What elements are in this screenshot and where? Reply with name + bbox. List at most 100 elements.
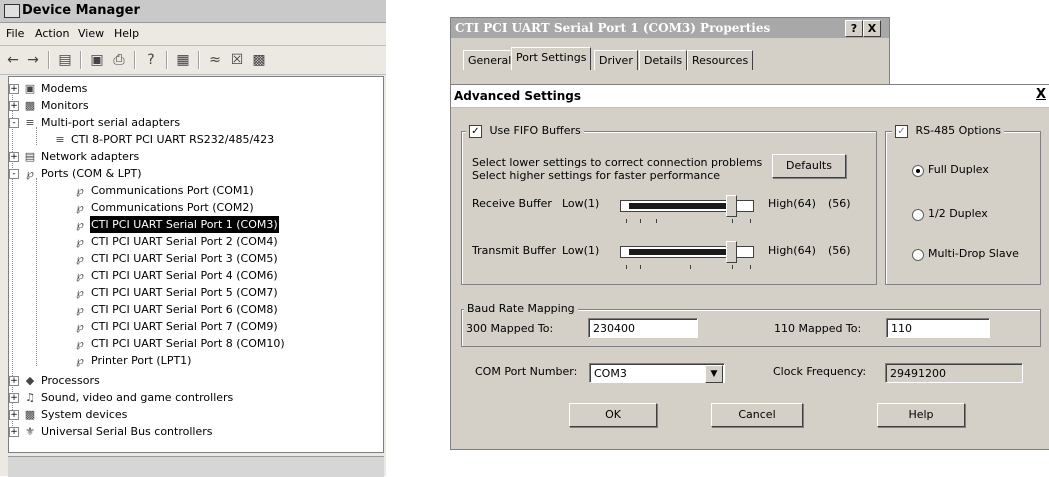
rs485-group: ✓ RS-485 Options Full Duplex 1/2 Duplex … <box>885 124 1041 285</box>
full-duplex-radio[interactable] <box>912 165 924 177</box>
multi-drop-slave-label: Multi-Drop Slave <box>928 247 1019 260</box>
receive-high-label: High(64) <box>768 197 816 210</box>
transmit-buffer-fill <box>629 249 731 255</box>
port-icon: ℘ <box>76 252 84 265</box>
expand-icon[interactable]: + <box>9 152 19 162</box>
half-duplex-radio[interactable] <box>912 209 924 221</box>
tab-port-settings[interactable]: Port Settings <box>511 47 592 70</box>
properties-title-bar[interactable]: CTI PCI UART Serial Port 1 (COM3) Proper… <box>451 18 889 38</box>
help-dialog-button[interactable]: Help <box>877 403 965 427</box>
uninstall-icon[interactable]: ☒ <box>228 51 246 69</box>
device-tree[interactable]: + ▣ Modems + ▩ Monitors - ≡ Multi-port s… <box>8 76 384 453</box>
port-icon: ℘ <box>76 201 84 214</box>
forward-icon[interactable]: → <box>24 51 42 69</box>
close-button[interactable]: X <box>1036 87 1046 102</box>
update-driver-icon[interactable]: ≈ <box>206 51 224 69</box>
serial-adapter-icon: ≡ <box>55 133 65 146</box>
advanced-title-bar[interactable]: Advanced Settings X <box>451 85 1049 108</box>
defaults-button[interactable]: Defaults <box>772 154 846 178</box>
device-manager-icon <box>4 4 20 18</box>
rs485-label: RS-485 Options <box>915 124 1002 137</box>
rs485-checkbox[interactable]: ✓ <box>895 124 908 138</box>
multi-drop-slave-radio[interactable] <box>912 249 924 261</box>
clock-frequency-field: 29491200 <box>885 363 1023 383</box>
baud-rate-group: Baud Rate Mapping 300 Mapped To: 230400 … <box>461 302 1041 347</box>
clock-frequency-label: Clock Frequency: <box>773 365 867 378</box>
collapse-icon[interactable]: - <box>9 118 19 128</box>
expand-icon[interactable]: + <box>9 427 19 437</box>
menu-file[interactable]: File <box>6 27 24 40</box>
port-icon: ℘ <box>76 286 84 299</box>
port-icon: ℘ <box>76 354 84 367</box>
print-icon[interactable]: ⎙ <box>110 51 128 69</box>
map110-label: 110 Mapped To: <box>774 322 862 335</box>
scan-hardware-icon[interactable]: ▦ <box>174 51 192 69</box>
port-icon: ℘ <box>76 303 84 316</box>
transmit-value: (56) <box>828 244 851 257</box>
port-icon: ℘ <box>76 235 84 248</box>
cancel-button[interactable]: Cancel <box>711 403 803 427</box>
properties-icon[interactable]: ▣ <box>88 51 106 69</box>
serial-adapter-icon: ≡ <box>25 116 35 129</box>
com-port-label: COM Port Number: <box>475 365 578 378</box>
half-duplex-label: 1/2 Duplex <box>928 207 988 220</box>
transmit-low-label: Low(1) <box>562 244 600 257</box>
receive-low-label: Low(1) <box>562 197 600 210</box>
tab-driver[interactable]: Driver <box>594 50 638 70</box>
port-icon: ℘ <box>76 218 84 231</box>
network-adapter-icon: ▤ <box>24 150 36 163</box>
map110-input[interactable]: 110 <box>886 318 990 338</box>
help-icon[interactable]: ? <box>142 51 160 69</box>
chevron-down-icon[interactable]: ▼ <box>705 365 723 383</box>
port-icon: ℘ <box>76 269 84 282</box>
map300-label: 300 Mapped To: <box>466 322 554 335</box>
expand-icon[interactable]: + <box>9 101 19 111</box>
baud-rate-label: Baud Rate Mapping <box>464 302 578 315</box>
tab-general[interactable]: General <box>463 50 517 70</box>
menu-view[interactable]: View <box>78 27 104 40</box>
usb-icon: ⚜ <box>25 425 35 438</box>
tab-details[interactable]: Details <box>639 50 688 70</box>
com-port-value: COM3 <box>594 367 627 380</box>
fifo-checkbox[interactable]: ✓ <box>469 124 482 138</box>
toolbar: ← → ▤ ▣ ⎙ ? ▦ ≈ ☒ ▩ <box>0 46 386 75</box>
device-manager-title-bar[interactable]: Device Manager <box>0 0 386 23</box>
receive-buffer-thumb[interactable] <box>726 195 737 217</box>
show-hide-tree-icon[interactable]: ▤ <box>56 51 74 69</box>
port-icon: ℘ <box>76 320 84 333</box>
help-button[interactable]: ? <box>845 20 863 37</box>
transmit-buffer-label: Transmit Buffer <box>472 244 557 257</box>
receive-value: (56) <box>828 197 851 210</box>
transmit-high-label: High(64) <box>768 244 816 257</box>
window-title: Device Manager <box>22 3 140 18</box>
back-icon[interactable]: ← <box>4 51 22 69</box>
fifo-hint-lower: Select lower settings to correct connect… <box>472 156 763 169</box>
ok-button[interactable]: OK <box>569 403 657 427</box>
menu-action[interactable]: Action <box>35 27 69 40</box>
port-icon: ℘ <box>26 167 34 180</box>
receive-buffer-fill <box>629 203 731 209</box>
transmit-buffer-thumb[interactable] <box>726 241 737 263</box>
com-port-select[interactable]: COM3 ▼ <box>589 363 725 383</box>
expand-icon[interactable]: + <box>9 393 19 403</box>
map300-input[interactable]: 230400 <box>588 318 698 338</box>
disable-icon[interactable]: ▩ <box>250 51 268 69</box>
monitor-icon: ▩ <box>24 99 36 112</box>
system-device-icon: ▩ <box>24 408 36 421</box>
fifo-label: Use FIFO Buffers <box>489 124 581 137</box>
properties-title: CTI PCI UART Serial Port 1 (COM3) Proper… <box>455 21 771 35</box>
processor-icon: ◆ <box>25 374 35 387</box>
tab-resources[interactable]: Resources <box>687 50 754 70</box>
collapse-icon[interactable]: - <box>9 169 19 179</box>
expand-icon[interactable]: + <box>9 376 19 386</box>
port-icon: ℘ <box>76 337 84 350</box>
menu-help[interactable]: Help <box>114 27 139 40</box>
fifo-group: ✓ Use FIFO Buffers Select lower settings… <box>461 124 877 285</box>
close-button[interactable]: X <box>863 20 881 37</box>
expand-icon[interactable]: + <box>9 410 19 420</box>
expand-icon[interactable]: + <box>9 84 19 94</box>
sound-icon: ♫ <box>25 391 35 404</box>
modem-icon: ▣ <box>24 82 36 95</box>
port-icon: ℘ <box>76 184 84 197</box>
advanced-settings-dialog: Advanced Settings X ✓ Use FIFO Buffers S… <box>450 84 1049 450</box>
